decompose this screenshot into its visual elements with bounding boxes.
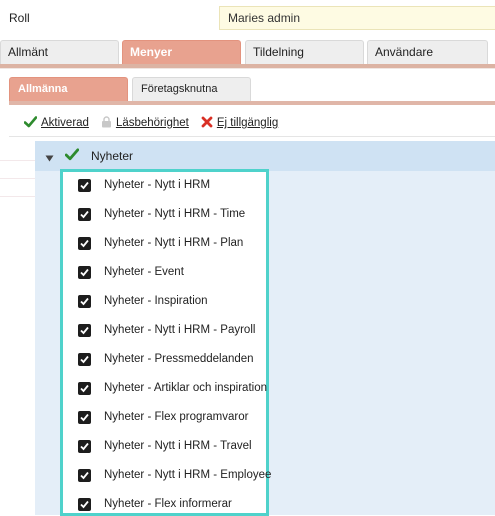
list-item: Nyheter - Nytt i HRM - Plan <box>78 235 243 251</box>
list-item: Nyheter - Inspiration <box>78 293 208 309</box>
list-item: Nyheter - Flex programvaror <box>78 409 248 425</box>
menu-item-label: Nyheter - Nytt i HRM - Plan <box>104 237 244 249</box>
checkbox[interactable] <box>78 207 91 221</box>
list-item: Nyheter - Nytt i HRM <box>78 177 210 193</box>
list-item: Nyheter - Flex informerar <box>78 496 232 512</box>
ghost-line <box>0 160 35 161</box>
checkbox[interactable] <box>78 236 91 250</box>
menu-item-label: Nyheter - Flex informerar <box>104 498 232 510</box>
menu-item-label: Nyheter - Artiklar och inspiration <box>104 382 267 394</box>
menu-item-label: Nyheter - Nytt i HRM - Time <box>104 208 246 220</box>
checkbox[interactable] <box>78 497 91 511</box>
legend-activated-label: Aktiverad <box>41 117 89 129</box>
checkbox[interactable] <box>78 294 91 308</box>
tree-group-label: Nyheter <box>91 149 134 163</box>
checkbox[interactable] <box>78 439 91 453</box>
ghost-line <box>0 178 35 179</box>
tab-allmant[interactable]: Allmänt <box>0 40 119 65</box>
checkbox[interactable] <box>78 468 91 482</box>
menu-item-label: Nyheter - Nytt i HRM <box>104 179 211 191</box>
menu-item-label: Nyheter - Event <box>104 266 184 278</box>
menu-item-label: Nyheter - Pressmeddelanden <box>104 353 254 365</box>
legend-unavailable-label: Ej tillgänglig <box>216 117 279 129</box>
list-item: Nyheter - Artiklar och inspiration <box>78 380 267 396</box>
checkbox[interactable] <box>78 178 91 192</box>
lock-icon <box>101 115 112 131</box>
role-name-input[interactable] <box>219 6 495 30</box>
menu-item-label: Nyheter - Nytt i HRM - Employee <box>104 469 272 481</box>
ghost-line <box>0 196 35 197</box>
checkbox[interactable] <box>78 381 91 395</box>
checkbox[interactable] <box>78 265 91 279</box>
legend-read-permission-label: Läsbehörighet <box>115 117 189 129</box>
sub-tabs-underline <box>9 101 495 105</box>
role-label: Roll <box>9 11 30 25</box>
tab-tildelning[interactable]: Tildelning <box>245 40 364 65</box>
green-check-icon[interactable] <box>64 148 80 164</box>
list-item: Nyheter - Nytt i HRM - Travel <box>78 438 252 454</box>
menu-item-label: Nyheter - Nytt i HRM - Travel <box>104 440 252 452</box>
tab-allmanna[interactable]: Allmänna <box>9 77 128 101</box>
checkbox[interactable] <box>78 352 91 366</box>
tab-anvandare[interactable]: Användare <box>367 40 488 65</box>
legend-activated[interactable]: Aktiverad <box>23 115 89 131</box>
list-item: Nyheter - Pressmeddelanden <box>78 351 254 367</box>
legend-divider <box>9 136 495 137</box>
list-item: Nyheter - Event <box>78 264 184 280</box>
legend-read-permission[interactable]: Läsbehörighet <box>101 115 189 131</box>
list-item: Nyheter - Nytt i HRM - Employee <box>78 467 271 483</box>
divider <box>0 68 495 69</box>
green-check-icon <box>23 115 38 131</box>
menu-item-label: Nyheter - Flex programvaror <box>104 411 249 423</box>
legend-unavailable[interactable]: Ej tillgänglig <box>201 116 278 131</box>
list-item: Nyheter - Nytt i HRM - Payroll <box>78 322 255 338</box>
menu-item-label: Nyheter - Inspiration <box>104 295 208 307</box>
menu-item-label: Nyheter - Nytt i HRM - Payroll <box>104 324 256 336</box>
list-item: Nyheter - Nytt i HRM - Time <box>78 206 245 222</box>
red-cross-icon <box>201 116 213 131</box>
tab-foretagsknutna[interactable]: Företagsknutna <box>132 77 251 101</box>
collapse-triangle-icon[interactable] <box>45 151 54 165</box>
checkbox[interactable] <box>78 410 91 424</box>
permission-legend: Aktiverad Läsbehörighet Ej tillgänglig <box>23 115 290 131</box>
tab-menyer[interactable]: Menyer <box>122 40 241 65</box>
checkbox[interactable] <box>78 323 91 337</box>
